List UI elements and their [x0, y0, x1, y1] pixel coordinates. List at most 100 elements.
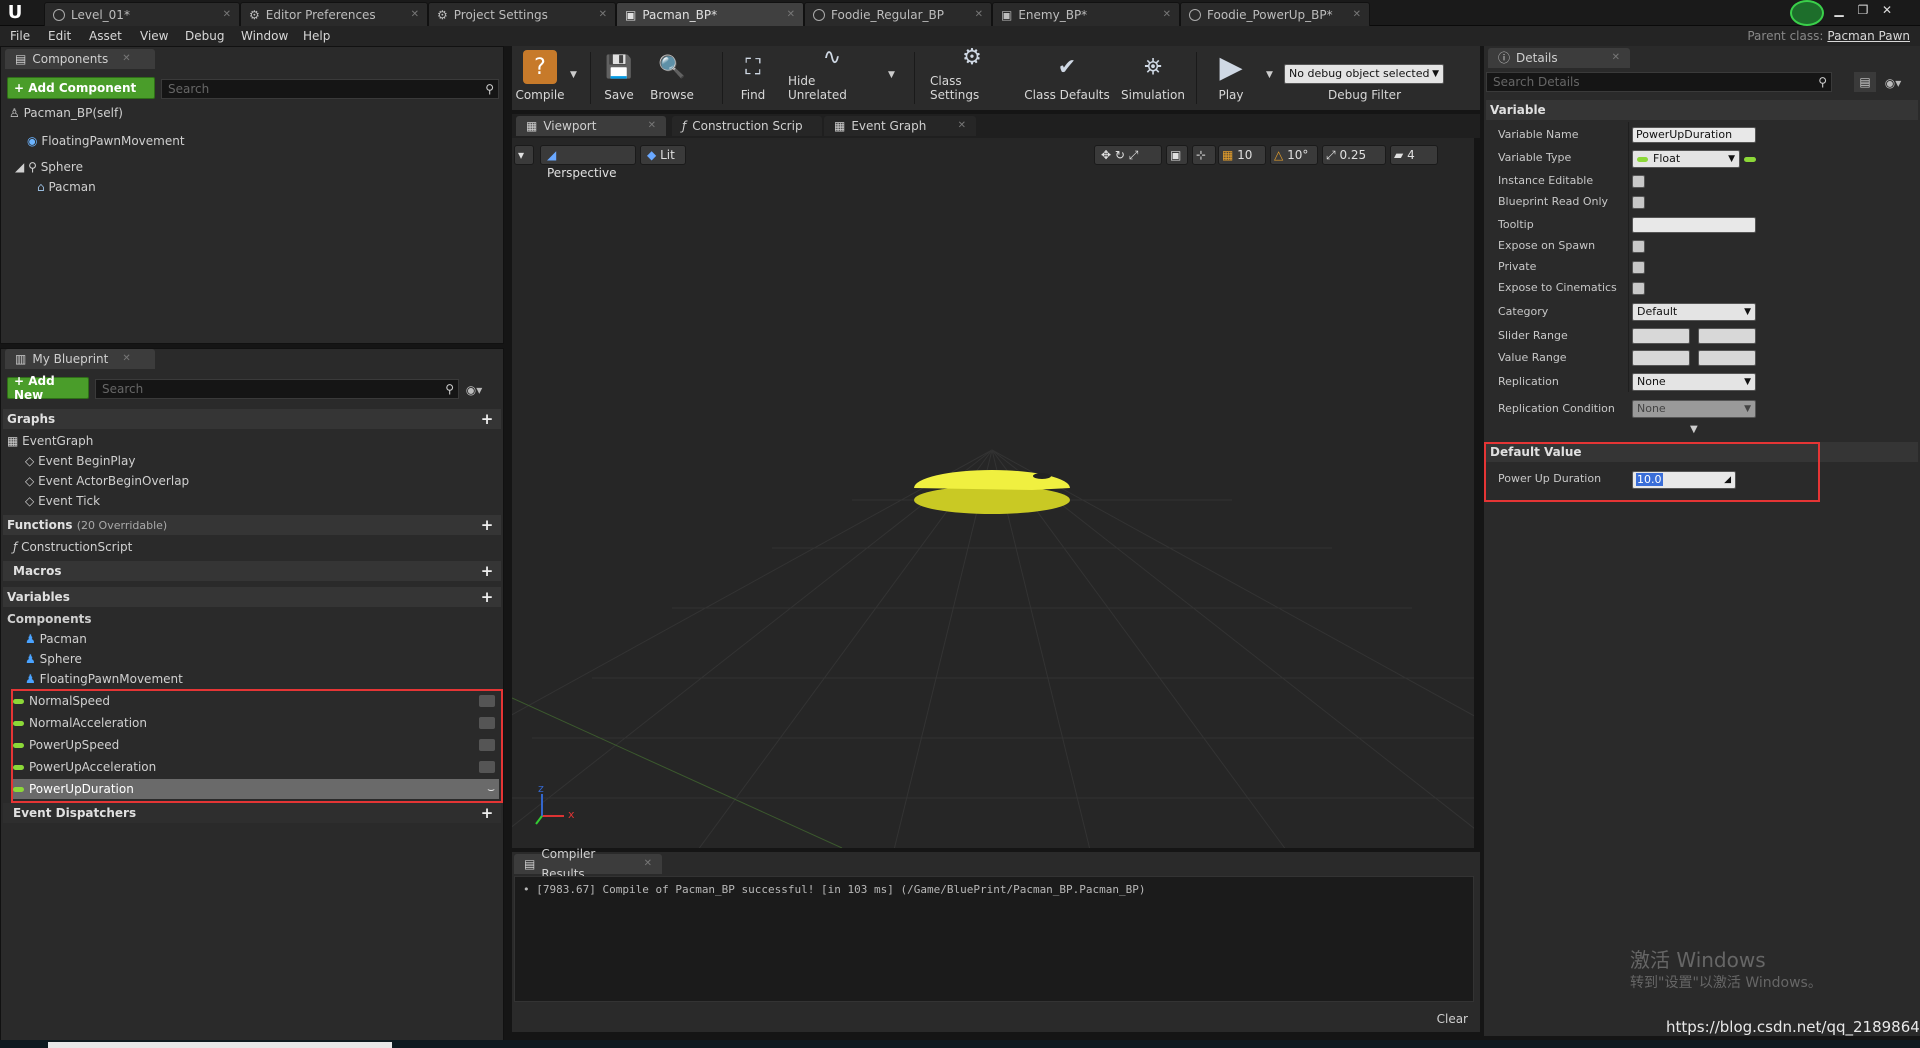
minimize-icon[interactable]: ▁ [1830, 2, 1848, 18]
close-icon[interactable]: ✕ [122, 349, 130, 369]
eye-icon[interactable]: ◉▾ [465, 383, 483, 397]
tab-details[interactable]: ⓘ Details ✕ [1488, 48, 1630, 68]
macros-section[interactable]: Macros + [3, 561, 501, 581]
slider-range-max-input[interactable] [1698, 328, 1756, 344]
rotation-snap-button[interactable]: △ 10° [1270, 145, 1318, 165]
menu-view[interactable]: View [140, 26, 168, 46]
scale-snap-button[interactable]: ⤢ 0.25 [1322, 145, 1386, 165]
variable-name-input[interactable]: PowerUpDuration [1632, 127, 1756, 143]
advanced-expand-icon[interactable]: ▼ [1690, 424, 1698, 435]
menu-help[interactable]: Help [303, 26, 330, 46]
clear-button[interactable]: Clear [1437, 1012, 1468, 1026]
constructionscript-item[interactable]: ƒ ConstructionScript [13, 537, 132, 557]
compile-button[interactable]: ? Compile [514, 48, 566, 106]
restore-icon[interactable]: ❐ [1854, 2, 1872, 18]
category-select[interactable]: Default ▼ [1632, 303, 1756, 321]
components-search-input[interactable]: Search ⚲ [161, 79, 499, 99]
component-floatingpawnmovement[interactable]: ◉ FloatingPawnMovement [27, 131, 185, 151]
tab-viewport[interactable]: ▦ Viewport ✕ [516, 116, 666, 136]
close-icon[interactable]: ✕ [1163, 9, 1171, 20]
grid-snap-icon[interactable]: ▦ [1222, 148, 1233, 162]
component-pacman[interactable]: ⌂ Pacman [37, 177, 96, 197]
tooltip-input[interactable] [1632, 217, 1756, 233]
event-dispatchers-section[interactable]: Event Dispatchers + [3, 803, 501, 823]
rotate-icon[interactable]: ↻ [1115, 148, 1125, 162]
surface-snap-button[interactable]: ⊹ [1192, 145, 1216, 165]
browse-button[interactable]: 🔍 Browse [646, 48, 698, 106]
add-dispatcher-button[interactable]: + [479, 805, 495, 821]
blueprint-read-only-checkbox[interactable] [1632, 196, 1645, 209]
details-search-input[interactable]: Search Details ⚲ [1486, 72, 1832, 92]
private-checkbox[interactable] [1632, 261, 1645, 274]
tab-construction-script[interactable]: ƒ Construction Scrip [672, 116, 822, 136]
tab-pacman-bp[interactable]: ▣ Pacman_BP* ✕ [616, 2, 804, 26]
compile-options-arrow-icon[interactable]: ▼ [570, 70, 577, 80]
viewport[interactable]: ▾ ◢ Perspective ◆ Lit ✥ ↻ ⤢ ▣ ⊹ ▦ 10 △ 1… [512, 138, 1474, 848]
transform-tools[interactable]: ✥ ↻ ⤢ [1094, 145, 1162, 165]
variable-type-select[interactable]: Float ▼ [1632, 150, 1740, 168]
close-icon[interactable]: ✕ [599, 9, 607, 20]
instance-editable-checkbox[interactable] [1632, 175, 1645, 188]
event-beginplay-item[interactable]: ◇ Event BeginPlay [25, 451, 135, 471]
close-icon[interactable]: ✕ [644, 854, 652, 874]
debug-object-select[interactable]: No debug object selected ▼ [1284, 64, 1444, 84]
var-floatingpawnmovement[interactable]: ♟ FloatingPawnMovement [25, 669, 183, 689]
expose-on-spawn-checkbox[interactable] [1632, 240, 1645, 253]
close-icon[interactable]: ✕ [223, 9, 231, 20]
simulation-button[interactable]: ⛯ Simulation [1118, 48, 1188, 106]
taskbar-app[interactable] [48, 1042, 392, 1048]
add-function-button[interactable]: + [479, 517, 495, 533]
variables-section[interactable]: Variables + [3, 587, 501, 607]
tab-foodie-regular-bp[interactable]: Foodie_Regular_BP ✕ [804, 2, 992, 26]
event-tick-item[interactable]: ◇ Event Tick [25, 491, 100, 511]
close-icon[interactable]: ✕ [975, 9, 983, 20]
hide-unrelated-button[interactable]: ∿ Hide Unrelated [788, 45, 876, 106]
tab-level[interactable]: Level_01* ✕ [44, 2, 240, 26]
search-icon[interactable]: ⚲ [1818, 73, 1827, 91]
tab-event-graph[interactable]: ▦ Event Graph ✕ [824, 116, 976, 136]
scale-icon[interactable]: ⤢ [1129, 148, 1139, 162]
variable-section[interactable]: Variable [1486, 100, 1918, 120]
play-button[interactable]: ▶ Play [1206, 48, 1256, 106]
grid-snap-button[interactable]: ▦ 10 [1218, 145, 1266, 165]
event-actorbeginoverlap-item[interactable]: ◇ Event ActorBeginOverlap [25, 471, 189, 491]
tab-project-settings[interactable]: ⚙ Project Settings ✕ [428, 2, 616, 26]
class-settings-button[interactable]: ⚙ Class Settings [930, 45, 1014, 106]
value-range-max-input[interactable] [1698, 350, 1756, 366]
perspective-button[interactable]: ◢ Perspective [540, 145, 636, 180]
add-variable-button[interactable]: + [479, 589, 495, 605]
close-icon[interactable]: ✕ [958, 116, 966, 136]
menu-asset[interactable]: Asset [89, 26, 122, 46]
source-control-icon[interactable] [1790, 0, 1824, 26]
unreal-logo-icon[interactable]: U [4, 2, 26, 24]
expose-to-cinematics-checkbox[interactable] [1632, 282, 1645, 295]
components-category[interactable]: Components [7, 609, 92, 629]
save-button[interactable]: 💾 Save [596, 48, 642, 106]
scale-snap-icon[interactable]: ⤢ [1326, 148, 1336, 162]
add-component-button[interactable]: + Add Component [7, 77, 155, 99]
move-icon[interactable]: ✥ [1101, 148, 1111, 162]
rotation-snap-icon[interactable]: △ [1274, 148, 1283, 162]
tab-editor-preferences[interactable]: ⚙ Editor Preferences ✕ [240, 2, 428, 26]
replication-condition-select[interactable]: None ▼ [1632, 400, 1756, 418]
menu-file[interactable]: File [10, 26, 30, 46]
close-icon[interactable]: ✕ [1612, 48, 1620, 68]
slider-range-min-input[interactable] [1632, 328, 1690, 344]
menu-edit[interactable]: Edit [48, 26, 71, 46]
world-local-toggle[interactable]: ▣ [1166, 145, 1188, 165]
blueprint-search-input[interactable]: Search ⚲ [95, 379, 459, 399]
property-matrix-icon[interactable]: ▤ [1854, 72, 1876, 92]
close-window-icon[interactable]: ✕ [1878, 2, 1896, 18]
play-options-arrow-icon[interactable]: ▼ [1266, 70, 1273, 80]
tab-my-blueprint[interactable]: ▥ My Blueprint ✕ [5, 349, 155, 369]
replication-select[interactable]: None ▼ [1632, 373, 1756, 391]
menu-debug[interactable]: Debug [185, 26, 224, 46]
graphs-section[interactable]: Graphs + [3, 409, 501, 429]
add-new-button[interactable]: + Add New [7, 374, 89, 402]
lit-button[interactable]: ◆ Lit [640, 145, 686, 165]
search-icon[interactable]: ⚲ [485, 80, 494, 98]
tab-compiler-results[interactable]: ▤ Compiler Results ✕ [514, 847, 662, 881]
component-self[interactable]: ♙ Pacman_BP(self) [9, 103, 123, 123]
viewport-options-button[interactable]: ▾ [514, 145, 534, 165]
close-icon[interactable]: ✕ [787, 9, 795, 20]
